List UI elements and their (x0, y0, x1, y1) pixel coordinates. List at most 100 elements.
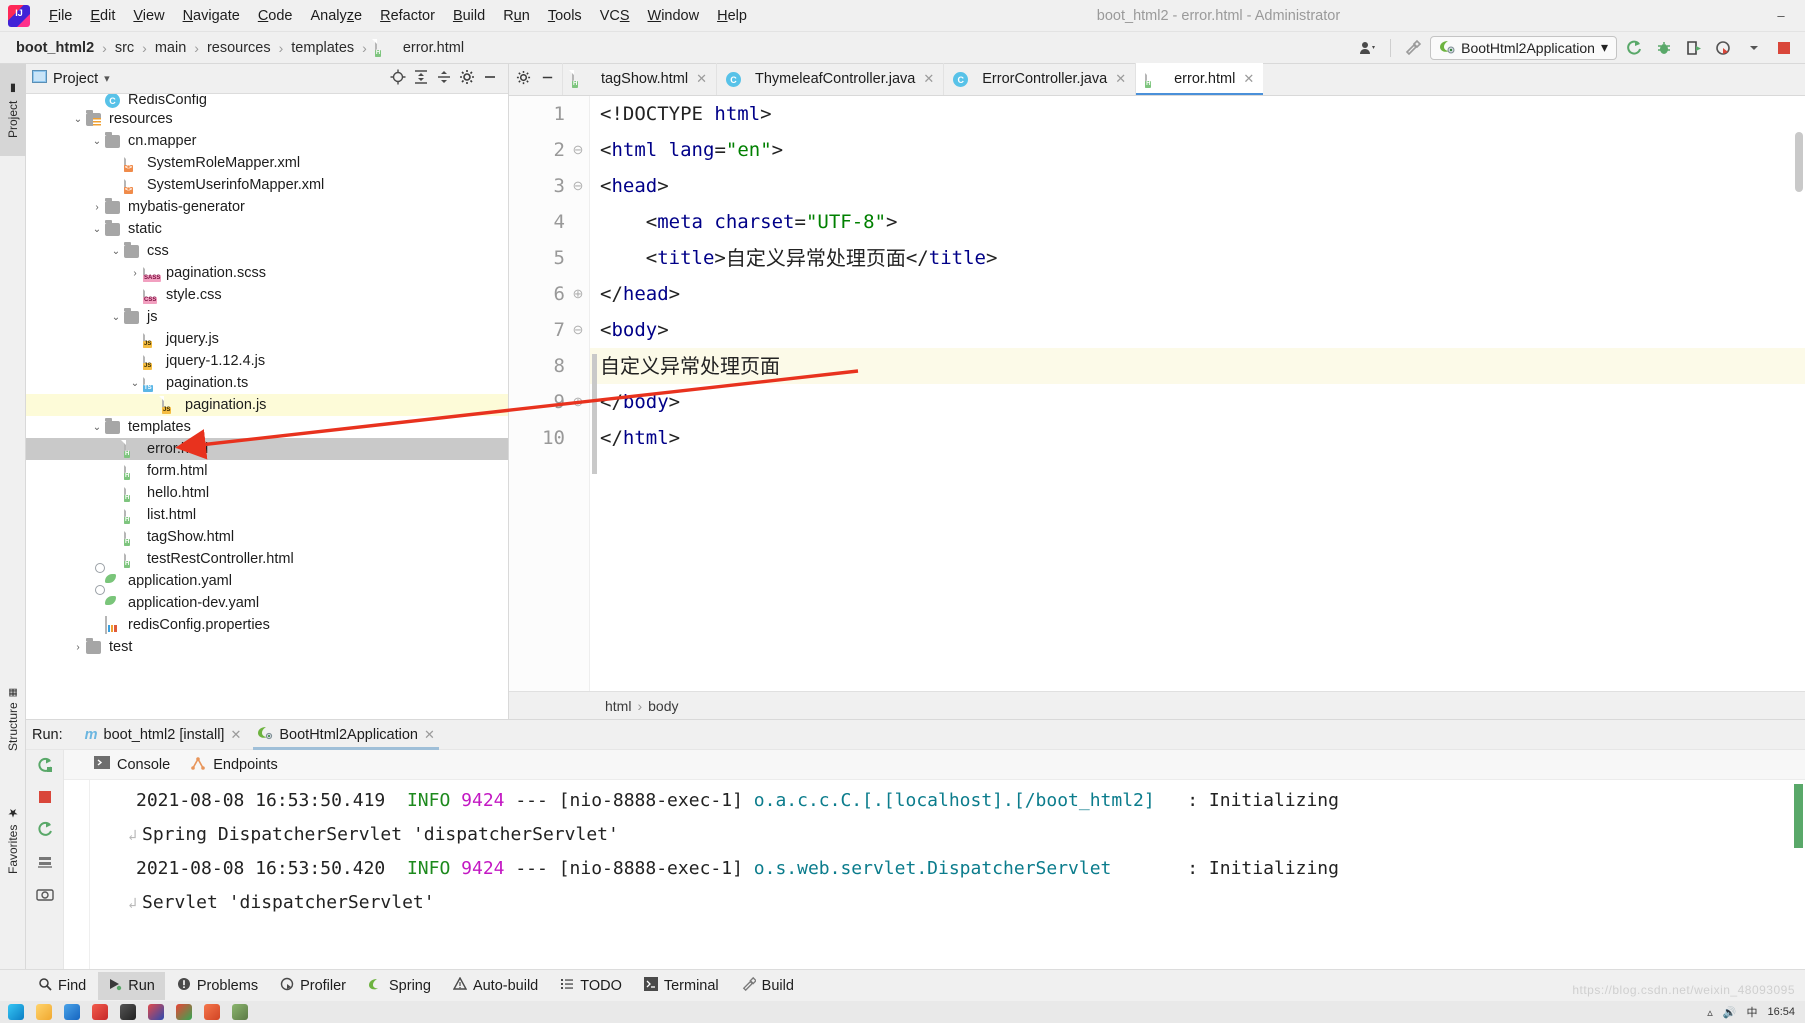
code-line[interactable]: <!DOCTYPE html > (590, 96, 1805, 132)
stop-icon[interactable] (37, 789, 53, 808)
status-bar[interactable]: Find Run Problems Profiler Spring Auto-build T… (0, 969, 1805, 1001)
chevron-down-icon[interactable]: ▾ (1601, 39, 1608, 56)
code-line[interactable]: </body > (590, 384, 1805, 420)
settings-icon[interactable] (516, 70, 531, 88)
camera-icon[interactable] (35, 886, 54, 905)
toolbar-right[interactable]: BootHtml2Application ▾ (1355, 35, 1805, 60)
tree-node-test[interactable]: › test (26, 636, 508, 658)
debug-icon[interactable] (1651, 36, 1677, 60)
tree-twisty[interactable]: ⌄ (89, 136, 105, 147)
code-line[interactable]: 自定义异常处理页面 (590, 348, 1805, 384)
tree-node-list.html[interactable]: Hlist.html (26, 504, 508, 526)
status-button-terminal[interactable]: Terminal (634, 972, 729, 1000)
windows-taskbar[interactable]: ▵ 🔊 中 16:54 (0, 1001, 1805, 1023)
status-button-todo[interactable]: TODO (550, 972, 632, 1000)
code-breadcrumb-html[interactable]: html (605, 698, 631, 714)
project-tree[interactable]: C RedisConfig ⌄ resources ⌄ cn.mapper <> System… (26, 94, 508, 719)
breadcrumb-item-resources[interactable]: resources (203, 38, 275, 58)
volume-icon[interactable]: 🔊 (1723, 1006, 1737, 1019)
menu-item-navigate[interactable]: Navigate (174, 4, 249, 28)
menu-item-analyze[interactable]: Analyze (302, 4, 372, 28)
tree-node-pagination.scss[interactable]: › SASS pagination.scss (26, 262, 508, 284)
project-panel-actions[interactable] (390, 69, 502, 88)
breadcrumb[interactable]: boot_html2 › src › main › resources › templates ›… (0, 38, 468, 58)
taskbar-tray[interactable]: ▵ 🔊 中 16:54 (1707, 1004, 1805, 1020)
close-icon[interactable]: ✕ (230, 727, 241, 743)
tree-twisty[interactable]: ⌄ (127, 378, 143, 389)
hide-icon[interactable] (540, 70, 555, 88)
run-tab-bar[interactable]: Run: m boot_html2 [install] ✕ BootHtml2Appl… (26, 720, 1805, 750)
taskbar-clock[interactable]: 16:54 (1767, 1006, 1795, 1018)
status-button-build[interactable]: Build (731, 971, 804, 1000)
sidebar-item-structure[interactable]: Structure ▦ (0, 664, 26, 774)
tree-node-pagination.ts[interactable]: ⌄ TS pagination.ts (26, 372, 508, 394)
tree-node-systemrolemapper.xml[interactable]: <> SystemRoleMapper.xml (26, 152, 508, 174)
bag-icon[interactable] (120, 1004, 136, 1020)
tree-node-style.css[interactable]: CSS style.css (26, 284, 508, 306)
rerun-icon[interactable] (1621, 36, 1647, 60)
breadcrumb-item-src[interactable]: src (111, 38, 138, 58)
tree-node-mybatis-generator[interactable]: › mybatis-generator (26, 196, 508, 218)
run-configuration-selector[interactable]: BootHtml2Application ▾ (1430, 35, 1617, 60)
tree-node-application-dev.yaml[interactable]: application-dev.yaml (26, 592, 508, 614)
chevron-down-icon[interactable]: ▾ (104, 72, 110, 85)
tree-node-error.html[interactable]: Herror.html (26, 438, 508, 460)
menu-item-code[interactable]: Code (249, 4, 302, 28)
onedrive-icon[interactable] (64, 1004, 80, 1020)
editor-scrollbar[interactable] (1795, 132, 1803, 192)
run-tab-boot_html2-install-[interactable]: m boot_html2 [install] ✕ (77, 720, 250, 750)
close-icon[interactable]: ✕ (424, 727, 435, 743)
tree-node-css[interactable]: ⌄ css (26, 240, 508, 262)
tree-node-hello.html[interactable]: Hhello.html (26, 482, 508, 504)
editor-tabs[interactable]: HtagShow.html ✕ C ThymeleafController.java ✕… (562, 63, 1264, 95)
code-editor[interactable]: 1 2 3 4 5 6 7 8 9 10 ⊖ ⊖ ⊕ ⊖ ⊕ <!DOCTYPE html > < html l… (509, 96, 1805, 691)
tree-twisty[interactable]: ⌄ (108, 312, 124, 323)
menu-item-refactor[interactable]: Refactor (371, 4, 444, 28)
menu-item-file[interactable]: File (40, 4, 81, 28)
close-icon[interactable]: ✕ (1115, 71, 1126, 87)
code-line[interactable]: < title > 自定义异常处理页面 </title > (590, 240, 1805, 276)
edge-icon[interactable] (8, 1004, 24, 1020)
run-tabs[interactable]: m boot_html2 [install] ✕ BootHtml2Applicati… (77, 720, 443, 750)
main-menu[interactable]: File Edit View Navigate Code Analyze Refactor B… (40, 4, 756, 28)
rerun-icon[interactable] (36, 756, 54, 777)
code-breadcrumb-body[interactable]: body (648, 698, 678, 714)
editor-tab-error-html[interactable]: Herror.html ✕ (1135, 63, 1264, 95)
settings-icon[interactable] (459, 69, 475, 88)
status-button-run[interactable]: Run (98, 971, 165, 1000)
stop-icon[interactable] (1771, 36, 1797, 60)
office-icon[interactable] (148, 1004, 164, 1020)
tree-node-redisconfig.properties[interactable]: redisConfig.properties (26, 614, 508, 636)
user-settings-icon[interactable] (1355, 36, 1381, 60)
tree-twisty[interactable]: › (127, 268, 143, 279)
pin-icon[interactable] (36, 853, 54, 874)
status-button-problems[interactable]: Problems (167, 972, 268, 1000)
chevron-down-icon[interactable] (1741, 36, 1767, 60)
tree-twisty[interactable]: ⌄ (108, 246, 124, 257)
run-side-toolbar[interactable] (26, 750, 64, 969)
network-icon[interactable]: ▵ (1707, 1006, 1713, 1019)
restart-icon[interactable] (36, 820, 54, 841)
console-scrollbar[interactable] (1794, 784, 1803, 848)
tree-node-resources[interactable]: ⌄ resources (26, 108, 508, 130)
code-fold-marker[interactable]: ⊖ (571, 132, 585, 168)
hide-icon[interactable] (482, 69, 498, 88)
close-icon[interactable]: ✕ (696, 71, 707, 87)
avatar-icon[interactable] (232, 1004, 248, 1020)
status-button-find[interactable]: Find (28, 972, 96, 1000)
tree-node-jquery-1.12.4.js[interactable]: JS jquery-1.12.4.js (26, 350, 508, 372)
editor-tab-tagshow-html[interactable]: HtagShow.html ✕ (562, 63, 716, 95)
run-subtab-console[interactable]: Console (94, 756, 170, 773)
sidebar-item-favorites[interactable]: Favorites ★ (0, 784, 26, 896)
menu-item-edit[interactable]: Edit (81, 4, 124, 28)
code-line[interactable]: < html lang = "en" > (590, 132, 1805, 168)
tree-twisty[interactable]: › (70, 642, 86, 653)
tree-node-form.html[interactable]: Hform.html (26, 460, 508, 482)
ppt-icon[interactable] (204, 1004, 220, 1020)
run-subtab-endpoints[interactable]: Endpoints (190, 756, 278, 774)
close-icon[interactable]: ✕ (923, 71, 934, 87)
project-title-group[interactable]: Project ▾ (32, 70, 110, 87)
tree-twisty[interactable]: ⌄ (89, 422, 105, 433)
code-line[interactable]: < meta charset = "UTF-8" > (590, 204, 1805, 240)
tree-node-cn.mapper[interactable]: ⌄ cn.mapper (26, 130, 508, 152)
